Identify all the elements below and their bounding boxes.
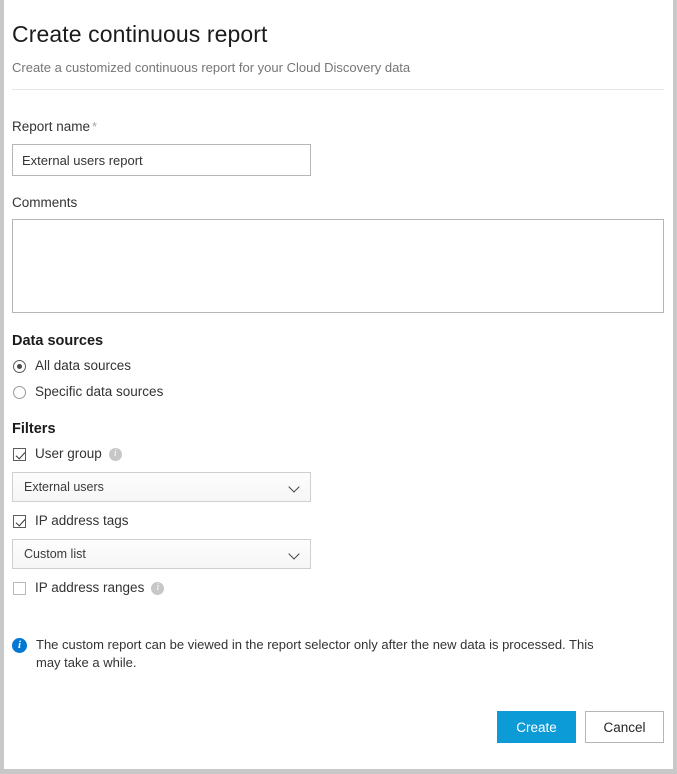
checkbox-user-group[interactable]: User group bbox=[12, 444, 665, 464]
required-marker: * bbox=[92, 119, 97, 134]
info-circle-icon[interactable] bbox=[109, 448, 122, 461]
notice-text: The custom report can be viewed in the r… bbox=[36, 636, 596, 672]
dialog-content: Create continuous report Create a custom… bbox=[4, 0, 673, 769]
report-name-label-text: Report name bbox=[12, 119, 90, 134]
cancel-button[interactable]: Cancel bbox=[585, 711, 664, 743]
radio-specific-data-sources-label: Specific data sources bbox=[35, 383, 163, 401]
dialog-actions: Create Cancel bbox=[497, 711, 664, 743]
checkbox-checked-icon bbox=[13, 515, 26, 528]
checkbox-ip-address-ranges-label: IP address ranges bbox=[35, 579, 144, 597]
checkbox-unchecked-icon bbox=[13, 582, 26, 595]
dropdown-ip-address-tags[interactable]: Custom list bbox=[12, 539, 311, 569]
chevron-down-icon bbox=[289, 549, 300, 560]
notice-banner: The custom report can be viewed in the r… bbox=[12, 636, 665, 672]
comments-textarea[interactable] bbox=[12, 219, 664, 313]
dialog-panel: Create continuous report Create a custom… bbox=[4, 0, 673, 769]
data-sources-title: Data sources bbox=[12, 331, 665, 351]
page-subtitle: Create a customized continuous report fo… bbox=[12, 49, 665, 76]
radio-all-data-sources-label: All data sources bbox=[35, 357, 131, 375]
checkbox-ip-address-ranges[interactable]: IP address ranges bbox=[12, 578, 665, 598]
comments-field: Comments bbox=[12, 194, 665, 313]
report-name-input[interactable] bbox=[12, 144, 311, 176]
info-circle-icon[interactable] bbox=[151, 582, 164, 595]
filters-title: Filters bbox=[12, 419, 665, 439]
checkbox-ip-address-tags-label: IP address tags bbox=[35, 512, 129, 530]
radio-selected-icon bbox=[13, 360, 26, 373]
data-sources-section: Data sources All data sources Specific d… bbox=[12, 331, 665, 402]
dropdown-user-group[interactable]: External users bbox=[12, 472, 311, 502]
info-icon bbox=[12, 638, 27, 653]
checkbox-user-group-label: User group bbox=[35, 445, 102, 463]
comments-label: Comments bbox=[12, 194, 665, 212]
radio-specific-data-sources[interactable]: Specific data sources bbox=[12, 382, 665, 402]
checkbox-ip-address-tags[interactable]: IP address tags bbox=[12, 511, 665, 531]
dropdown-user-group-value: External users bbox=[24, 479, 104, 495]
dropdown-ip-address-tags-value: Custom list bbox=[24, 546, 86, 562]
create-button[interactable]: Create bbox=[497, 711, 576, 743]
report-name-field: Report name* bbox=[12, 118, 665, 176]
chevron-down-icon bbox=[289, 482, 300, 493]
page-title: Create continuous report bbox=[12, 0, 665, 49]
filters-section: Filters User group External users IP add… bbox=[12, 419, 665, 598]
radio-unselected-icon bbox=[13, 386, 26, 399]
report-name-label: Report name* bbox=[12, 118, 665, 136]
radio-all-data-sources[interactable]: All data sources bbox=[12, 356, 665, 376]
checkbox-checked-icon bbox=[13, 448, 26, 461]
header-divider bbox=[12, 89, 664, 90]
